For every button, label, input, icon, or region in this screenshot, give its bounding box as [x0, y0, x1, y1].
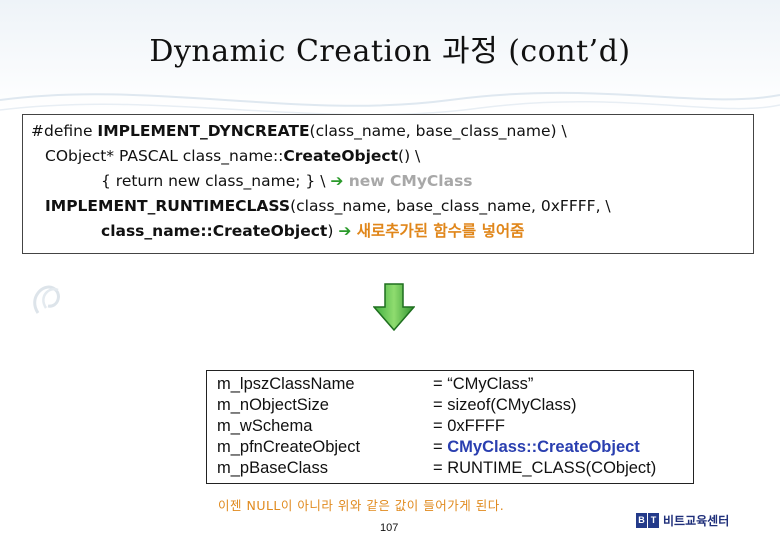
right-arrow-icon: ➔ [330, 172, 344, 190]
code-macro-implement-runtimeclass: IMPLEMENT_RUNTIMECLASS [45, 197, 291, 215]
code-note-new-function: 새로추가된 함수를 넣어줌 [351, 222, 525, 240]
member-name: m_pBaseClass [217, 459, 328, 477]
code-line-1: #define IMPLEMENT_DYNCREATE(class_name, … [31, 121, 567, 141]
code-close-paren: ) [327, 222, 339, 240]
code-return-statement: { return new class_name; } \ [101, 172, 331, 190]
member-name: m_lpszClassName [217, 375, 355, 393]
member-value-prefix: = [433, 438, 448, 456]
code-line-5: class_name::CreateObject) ➔ 새로추가된 함수를 넣어… [101, 221, 524, 241]
member-value: = 0xFFFF [433, 417, 505, 435]
logo-box-b: B [636, 512, 647, 528]
code-block: #define IMPLEMENT_DYNCREATE(class_name, … [22, 114, 754, 254]
code-function-suffix: () \ [398, 147, 421, 165]
logo-box-t: T [648, 512, 659, 528]
code-runtimeclass-args: (class_name, base_class_name, 0xFFFF, \ [290, 197, 611, 215]
code-define-keyword: #define [31, 122, 98, 140]
member-value: = “CMyClass” [433, 375, 534, 393]
footnote-text: 이젠 NULL이 아니라 위와 같은 값이 들어가게 된다. [218, 498, 505, 513]
logo: B T 비트교육센터 [636, 510, 729, 530]
page-number: 107 [380, 522, 399, 534]
down-arrow-icon [373, 283, 415, 331]
member-name: m_wSchema [217, 417, 313, 435]
member-value: = RUNTIME_CLASS(CObject) [433, 459, 657, 477]
member-value-highlight: CMyClass::CreateObject [447, 438, 640, 456]
member-value: = CMyClass::CreateObject [433, 437, 640, 458]
member-name: m_nObjectSize [217, 396, 329, 414]
code-line-4: IMPLEMENT_RUNTIMECLASS(class_name, base_… [45, 196, 611, 216]
code-line-2: CObject* PASCAL class_name::CreateObject… [45, 146, 420, 166]
code-function-name: CreateObject [283, 147, 399, 165]
logo-text: 비트교육센터 [663, 513, 730, 528]
member-name: m_pfnCreateObject [217, 438, 361, 456]
code-createobject-expr: class_name::CreateObject [101, 222, 328, 240]
slide-title: Dynamic Creation 과정 (cont’d) [149, 34, 631, 69]
code-function-signature: CObject* PASCAL class_name:: [45, 147, 284, 165]
right-arrow-icon: ➔ [338, 222, 352, 240]
runtime-class-members-box: m_lpszClassName = “CMyClass” m_nObjectSi… [206, 370, 694, 484]
background-swirl-decoration [33, 285, 60, 314]
member-value: = sizeof(CMyClass) [433, 396, 577, 414]
code-line-3: { return new class_name; } \ ➔ new CMyCl… [101, 171, 473, 191]
code-macro-args: (class_name, base_class_name) \ [309, 122, 567, 140]
code-macro-implement-dyncreate: IMPLEMENT_DYNCREATE [97, 122, 310, 140]
code-note-new-cmyclass: new CMyClass [343, 172, 473, 190]
